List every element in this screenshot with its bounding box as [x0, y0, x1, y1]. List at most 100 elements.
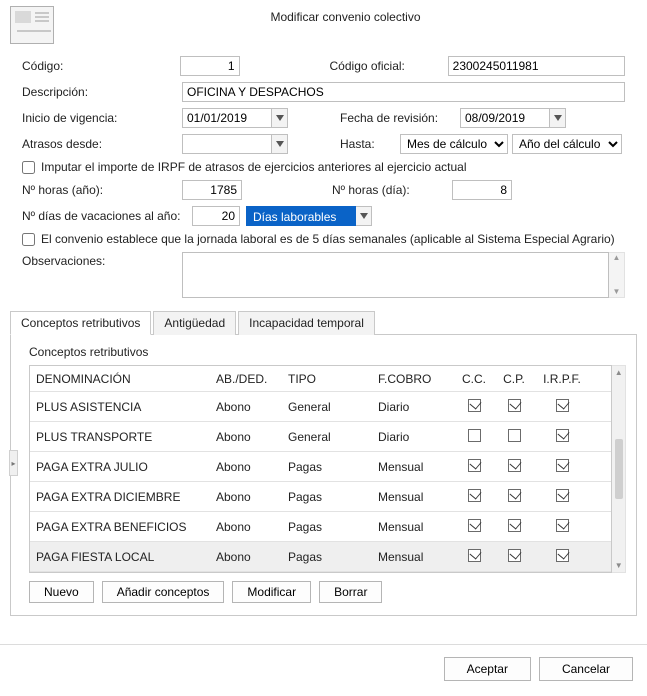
- cell-cc-checkbox[interactable]: [454, 484, 494, 510]
- cell-cp-checkbox[interactable]: [494, 544, 534, 570]
- cell-fcobro: Diario: [372, 425, 454, 449]
- cell-cp-checkbox[interactable]: [494, 514, 534, 540]
- fecha-revision-combo[interactable]: [460, 108, 566, 128]
- grid-conceptos: DENOMINACIÓN AB./DED. TIPO F.COBRO C.C. …: [29, 365, 612, 573]
- table-row[interactable]: PAGA EXTRA DICIEMBREAbonoPagasMensual: [30, 482, 611, 512]
- cell-fcobro: Mensual: [372, 485, 454, 509]
- cancelar-button[interactable]: Cancelar: [539, 657, 633, 681]
- cell-cc-checkbox[interactable]: [454, 544, 494, 570]
- modificar-button[interactable]: Modificar: [232, 581, 311, 603]
- codigo-oficial-label: Código oficial:: [330, 59, 448, 73]
- n-dias-vac-input[interactable]: [192, 206, 240, 226]
- scroll-thumb[interactable]: [615, 439, 623, 499]
- cell-denominacion: PLUS ASISTENCIA: [30, 395, 210, 419]
- fecha-revision-label: Fecha de revisión:: [340, 111, 460, 125]
- cell-abded: Abono: [210, 425, 282, 449]
- descripcion-input[interactable]: [182, 82, 625, 102]
- cell-tipo: General: [282, 425, 372, 449]
- col-denominacion: DENOMINACIÓN: [30, 367, 210, 391]
- atrasos-desde-input[interactable]: [182, 134, 272, 154]
- tab-antiguedad[interactable]: Antigüedad: [153, 311, 236, 335]
- cell-cp-checkbox[interactable]: [494, 484, 534, 510]
- borrar-button[interactable]: Borrar: [319, 581, 382, 603]
- chevron-down-icon[interactable]: [356, 206, 372, 226]
- grid-header: DENOMINACIÓN AB./DED. TIPO F.COBRO C.C. …: [30, 366, 611, 392]
- cell-irpf-checkbox[interactable]: [534, 394, 590, 420]
- vac-tipo-value[interactable]: Días laborables: [246, 206, 356, 226]
- scroll-down-icon[interactable]: ▼: [613, 287, 621, 297]
- chevron-down-icon[interactable]: [550, 108, 566, 128]
- cell-abded: Abono: [210, 395, 282, 419]
- cell-irpf-checkbox[interactable]: [534, 484, 590, 510]
- nuevo-button[interactable]: Nuevo: [29, 581, 94, 603]
- cell-cc-checkbox[interactable]: [454, 454, 494, 480]
- cell-abded: Abono: [210, 485, 282, 509]
- cell-cp-checkbox[interactable]: [494, 424, 534, 450]
- col-tipo: TIPO: [282, 367, 372, 391]
- codigo-input[interactable]: [180, 56, 240, 76]
- table-row[interactable]: PLUS TRANSPORTEAbonoGeneralDiario: [30, 422, 611, 452]
- table-row[interactable]: PAGA EXTRA BENEFICIOSAbonoPagasMensual: [30, 512, 611, 542]
- inicio-vigencia-label: Inicio de vigencia:: [22, 111, 182, 125]
- scroll-down-icon[interactable]: ▼: [615, 559, 623, 572]
- cell-abded: Abono: [210, 515, 282, 539]
- table-row[interactable]: PLUS ASISTENCIAAbonoGeneralDiario: [30, 392, 611, 422]
- atrasos-desde-label: Atrasos desde:: [22, 137, 182, 151]
- imputar-label: Imputar el importe de IRPF de atrasos de…: [41, 160, 467, 174]
- col-fcobro: F.COBRO: [372, 367, 454, 391]
- codigo-oficial-input[interactable]: [448, 56, 625, 76]
- vac-tipo-combo[interactable]: Días laborables: [246, 206, 372, 226]
- grid-scrollbar[interactable]: ▲ ▼: [612, 365, 626, 573]
- codigo-label: Código:: [22, 59, 180, 73]
- cell-cc-checkbox[interactable]: [454, 394, 494, 420]
- hasta-label: Hasta:: [340, 137, 400, 151]
- descripcion-label: Descripción:: [22, 85, 182, 99]
- tab-incapacidad[interactable]: Incapacidad temporal: [238, 311, 375, 335]
- col-abded: AB./DED.: [210, 367, 282, 391]
- hasta-ano-select[interactable]: Año del cálculo d: [512, 134, 622, 154]
- cell-cp-checkbox[interactable]: [494, 454, 534, 480]
- cell-denominacion: PLUS TRANSPORTE: [30, 425, 210, 449]
- n-horas-dia-input[interactable]: [452, 180, 512, 200]
- fecha-revision-input[interactable]: [460, 108, 550, 128]
- cell-abded: Abono: [210, 455, 282, 479]
- hasta-mes-select[interactable]: Mes de cálculo: [400, 134, 508, 154]
- observaciones-scrollbar[interactable]: ▲ ▼: [609, 252, 625, 298]
- inicio-vigencia-input[interactable]: [182, 108, 272, 128]
- inicio-vigencia-combo[interactable]: [182, 108, 288, 128]
- cell-denominacion: PAGA EXTRA DICIEMBRE: [30, 485, 210, 509]
- tab-conceptos[interactable]: Conceptos retributivos: [10, 311, 151, 335]
- cell-cc-checkbox[interactable]: [454, 424, 494, 450]
- scroll-up-icon[interactable]: ▲: [613, 253, 621, 263]
- atrasos-desde-combo[interactable]: [182, 134, 288, 154]
- anadir-conceptos-button[interactable]: Añadir conceptos: [102, 581, 225, 603]
- col-cp: C.P.: [494, 367, 534, 391]
- cell-irpf-checkbox[interactable]: [534, 514, 590, 540]
- cell-tipo: Pagas: [282, 545, 372, 569]
- expand-handle[interactable]: ▸: [9, 450, 18, 476]
- aceptar-button[interactable]: Aceptar: [444, 657, 531, 681]
- table-row[interactable]: PAGA FIESTA LOCALAbonoPagasMensual: [30, 542, 611, 572]
- n-horas-ano-label: Nº horas (año):: [22, 183, 182, 197]
- n-horas-ano-input[interactable]: [182, 180, 242, 200]
- observaciones-textarea[interactable]: [182, 252, 609, 298]
- imputar-checkbox[interactable]: [22, 161, 35, 174]
- cell-cc-checkbox[interactable]: [454, 514, 494, 540]
- chevron-down-icon[interactable]: [272, 108, 288, 128]
- cell-fcobro: Mensual: [372, 545, 454, 569]
- cell-fcobro: Mensual: [372, 455, 454, 479]
- cell-abded: Abono: [210, 545, 282, 569]
- convenio-5dias-checkbox[interactable]: [22, 233, 35, 246]
- cell-tipo: Pagas: [282, 455, 372, 479]
- cell-irpf-checkbox[interactable]: [534, 424, 590, 450]
- chevron-down-icon[interactable]: [272, 134, 288, 154]
- table-row[interactable]: PAGA EXTRA JULIOAbonoPagasMensual: [30, 452, 611, 482]
- cell-tipo: Pagas: [282, 515, 372, 539]
- convenio-5dias-label: El convenio establece que la jornada lab…: [41, 232, 615, 246]
- scroll-up-icon[interactable]: ▲: [615, 366, 623, 379]
- cell-cp-checkbox[interactable]: [494, 394, 534, 420]
- cell-irpf-checkbox[interactable]: [534, 454, 590, 480]
- cell-fcobro: Mensual: [372, 515, 454, 539]
- cell-irpf-checkbox[interactable]: [534, 544, 590, 570]
- n-horas-dia-label: Nº horas (día):: [332, 183, 452, 197]
